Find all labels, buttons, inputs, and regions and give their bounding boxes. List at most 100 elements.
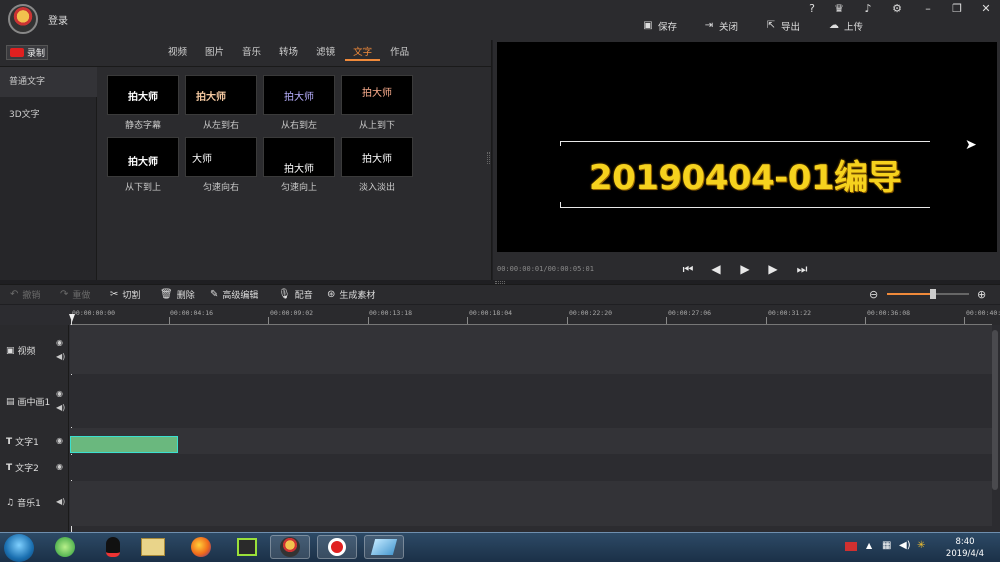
preview-canvas (497, 42, 997, 252)
skip-start-icon[interactable]: ⏮ (680, 261, 696, 277)
track-row-pip[interactable] (70, 375, 992, 427)
text-style-caption: 匀速向上 (280, 183, 317, 193)
help-icon[interactable]: ? (805, 2, 819, 16)
sidebar-item-3d-text[interactable]: 3D文字 (0, 100, 97, 130)
shop-icon[interactable]: ♛ (832, 2, 846, 16)
network-icon[interactable]: ▦ (882, 540, 891, 551)
tab-works[interactable]: 作品 (382, 45, 417, 61)
ruler-label: 00:00:09:02 (270, 309, 314, 317)
dub-label: 配音 (294, 291, 313, 301)
zoom-slider-fill (887, 293, 933, 295)
dub-button[interactable]: 🎙 配音 (278, 288, 313, 301)
bell-icon[interactable]: ♪ (861, 2, 875, 16)
zoom-in-icon[interactable]: ⊕ (977, 288, 986, 301)
clock-date: 2019/4/4 (945, 549, 985, 559)
browser-360-icon[interactable] (48, 535, 82, 559)
step-back-icon[interactable]: ◀ (708, 261, 724, 277)
text-style-tile[interactable]: 大师 匀速向右 (185, 137, 257, 193)
close-button[interactable]: ⇥ 关闭 (703, 19, 738, 33)
text-style-caption: 淡入淡出 (358, 183, 395, 193)
media-player-icon[interactable] (230, 535, 264, 559)
text-style-thumb: 大师 (185, 137, 257, 177)
system-clock[interactable]: 8:40 2019/4/4 (935, 536, 995, 560)
tab-text[interactable]: 文字 (345, 45, 381, 61)
eye-icon[interactable]: ◉ (56, 436, 63, 445)
avatar[interactable] (8, 4, 38, 34)
upload-button[interactable]: ☁ 上传 (828, 19, 863, 33)
text-style-tile[interactable]: 拍大师 匀速向上 (263, 137, 335, 193)
export-icon: ⇱ (766, 20, 776, 31)
track-row-video[interactable] (70, 325, 992, 374)
qq-icon[interactable] (96, 535, 130, 559)
tab-video[interactable]: 视频 (160, 45, 195, 61)
edit-toolbar (0, 284, 1000, 304)
delete-label: 删除 (176, 291, 195, 301)
text-style-tile[interactable]: 拍大师 静态字幕 (107, 75, 179, 131)
export-button[interactable]: ⇱ 导出 (765, 19, 800, 33)
taskbar-record-icon[interactable] (317, 535, 357, 559)
text-style-tile[interactable]: 拍大师 从右到左 (263, 75, 335, 131)
speaker-icon[interactable]: ◀) (56, 403, 65, 412)
advanced-edit-button[interactable]: ✎ 高级编辑 (210, 288, 258, 301)
undo-button[interactable]: ↶ 撤销 (10, 288, 40, 301)
tab-image[interactable]: 图片 (197, 45, 232, 61)
login-link[interactable]: 登录 (48, 12, 68, 27)
save-button[interactable]: ▣ 保存 (642, 19, 677, 33)
text-style-thumb: 拍大师 (185, 75, 257, 115)
advanced-edit-label: 高级编辑 (222, 291, 259, 301)
text-icon: T (6, 436, 13, 447)
skip-end-icon[interactable]: ⏭ (794, 261, 810, 277)
text-style-tile[interactable]: 拍大师 从左到右 (185, 75, 257, 131)
taskbar-app-icon[interactable] (364, 535, 404, 559)
file-explorer-icon[interactable] (136, 535, 170, 559)
window-close-icon[interactable]: ✕ (979, 2, 993, 16)
restore-icon[interactable]: ❐ (950, 2, 964, 16)
eye-icon[interactable]: ◉ (56, 462, 63, 471)
track-name: 文字2 (15, 464, 39, 474)
panel-resize-handle[interactable] (487, 152, 490, 164)
eye-icon[interactable]: ◉ (56, 389, 63, 398)
text-style-thumb: 拍大师 (107, 75, 179, 115)
start-button[interactable] (4, 534, 34, 562)
tab-transition[interactable]: 转场 (271, 45, 306, 61)
tab-filter[interactable]: 滤镜 (308, 45, 343, 61)
zoom-out-icon[interactable]: ⊖ (869, 288, 878, 301)
redo-button[interactable]: ↷ 重做 (60, 288, 90, 301)
text-style-tile[interactable]: 拍大师 淡入淡出 (341, 137, 413, 193)
delete-button[interactable]: 🗑 删除 (160, 288, 195, 301)
record-button[interactable]: 录制 (6, 45, 48, 60)
minimize-icon[interactable]: – (921, 2, 935, 16)
preview-top-line-cap (560, 141, 561, 146)
cut-button[interactable]: ✂ 切割 (110, 288, 140, 301)
tray-expand-icon[interactable]: ▲ (866, 541, 872, 550)
firefox-icon[interactable] (184, 535, 218, 559)
close-label: 关闭 (719, 22, 739, 33)
eye-icon[interactable]: ◉ (56, 338, 63, 347)
text-style-tile[interactable]: 拍大师 从上到下 (341, 75, 413, 131)
track-name: 文字1 (15, 438, 39, 448)
mouse-cursor-icon: ➤ (965, 137, 977, 153)
tray-status-icon[interactable]: ✳ (917, 540, 925, 551)
track-label-music: ♫ 音乐1 (6, 496, 41, 510)
play-icon[interactable]: ▶ (737, 261, 753, 277)
text-style-caption: 从上到下 (358, 121, 395, 131)
speaker-icon[interactable]: ◀) (56, 497, 65, 506)
speaker-icon[interactable]: ◀) (56, 352, 65, 361)
timeline-scrollbar[interactable] (992, 330, 998, 490)
text-clip[interactable] (70, 436, 178, 453)
tray-app-icon[interactable] (845, 542, 857, 551)
track-row-music[interactable] (70, 481, 992, 526)
track-row-text2[interactable] (70, 455, 992, 480)
tab-music[interactable]: 音乐 (234, 45, 269, 61)
text-style-caption: 从右到左 (280, 121, 317, 131)
zoom-slider-handle[interactable] (930, 289, 936, 299)
ruler-label: 00:00:31:22 (768, 309, 812, 317)
taskbar-paidashi-icon[interactable] (270, 535, 310, 559)
track-row-text1[interactable] (70, 428, 992, 454)
volume-icon[interactable]: ◀) (899, 540, 911, 551)
gear-icon[interactable]: ⚙ (890, 2, 904, 16)
step-forward-icon[interactable]: ▶ (765, 261, 781, 277)
generate-asset-button[interactable]: ⊛ 生成素材 (327, 288, 375, 301)
text-style-tile[interactable]: 拍大师 从下到上 (107, 137, 179, 193)
sidebar-item-plain-text[interactable]: 普通文字 (0, 67, 97, 97)
